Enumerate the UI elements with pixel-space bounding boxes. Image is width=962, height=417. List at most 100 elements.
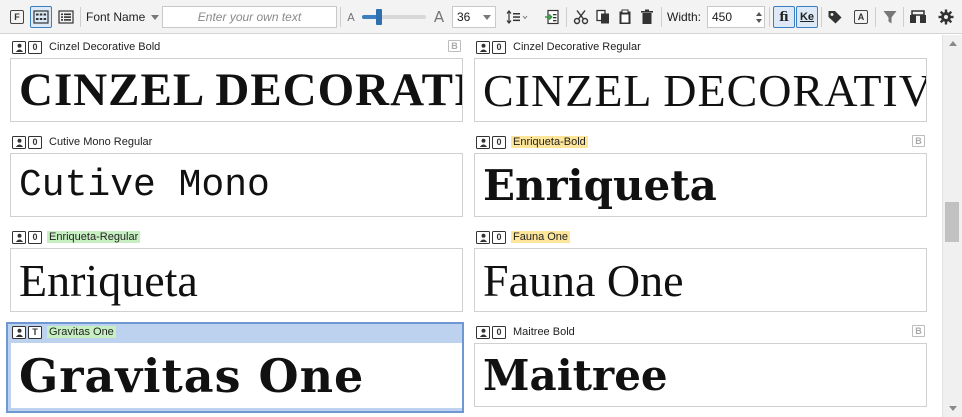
font-card[interactable]: 0 Fauna One Fauna One <box>474 225 927 312</box>
width-spinner[interactable]: 450 <box>707 6 765 28</box>
user-font-icon[interactable] <box>12 230 26 244</box>
font-card-selected[interactable]: T Gravitas One Gravitas One <box>6 322 464 413</box>
font-card[interactable]: 0 Cinzel Decorative Bold B CINZEL DECORA… <box>10 35 463 122</box>
font-file-icon: F <box>10 10 24 24</box>
user-font-icon[interactable] <box>476 135 490 149</box>
filter-icon <box>883 11 897 24</box>
user-font-icon[interactable] <box>476 325 490 339</box>
export-icon <box>545 9 559 25</box>
list-view-button[interactable] <box>55 6 77 28</box>
font-sample: Enriqueta <box>474 153 927 217</box>
font-name-dropdown[interactable]: Font Name <box>86 6 162 28</box>
font-sample: Gravitas One <box>11 343 462 408</box>
slider-thumb[interactable] <box>376 9 382 25</box>
font-grid: 0 Cinzel Decorative Bold B CINZEL DECORA… <box>0 35 942 417</box>
font-card-header: 0 Maitree Bold <box>476 324 577 340</box>
width-label: Width: <box>667 10 702 24</box>
font-type-icon[interactable]: T <box>28 325 42 339</box>
user-font-icon[interactable] <box>12 325 26 339</box>
line-spacing-button[interactable] <box>502 6 532 28</box>
font-name: Cinzel Decorative Bold <box>49 41 161 53</box>
font-type-icon[interactable]: 0 <box>492 40 506 54</box>
custom-text-input[interactable]: Enter your own text <box>162 6 337 28</box>
font-box-icon: A <box>854 10 868 24</box>
line-spacing-icon <box>506 10 528 24</box>
font-name: Gravitas One <box>47 326 116 338</box>
kerning-icon: Ke <box>799 11 815 23</box>
export-button[interactable] <box>541 6 563 28</box>
font-card[interactable]: 0 Maitree Bold B Maitree <box>474 320 927 407</box>
font-size-value: 36 <box>457 10 471 24</box>
font-name: Fauna One <box>511 231 571 243</box>
custom-text-placeholder: Enter your own text <box>197 10 302 24</box>
ligature-icon: fi <box>779 9 789 25</box>
font-card-header: 0 Enriqueta-Regular <box>12 229 141 245</box>
delete-icon <box>641 9 653 24</box>
spin-up-icon[interactable] <box>756 11 762 16</box>
spin-down-icon[interactable] <box>756 18 762 23</box>
width-value: 450 <box>712 10 733 24</box>
kerning-toggle[interactable]: Ke <box>796 6 818 28</box>
list-view-icon <box>58 10 74 24</box>
font-type-icon[interactable]: 0 <box>492 230 506 244</box>
copy-button[interactable] <box>592 6 614 28</box>
font-box-button[interactable]: A <box>850 6 872 28</box>
bold-badge: B <box>912 135 925 147</box>
font-type-icon[interactable]: 0 <box>492 135 506 149</box>
font-sample: CINZEL DECORATIVE <box>10 58 463 122</box>
chevron-down-icon <box>151 14 160 20</box>
filter-button[interactable] <box>879 6 901 28</box>
scroll-up-icon[interactable] <box>949 41 957 46</box>
font-card[interactable]: 0 Cutive Mono Regular Cutive Mono <box>10 130 463 217</box>
font-card-header: 0 Enriqueta-Bold <box>476 134 588 150</box>
font-name: Enriqueta-Regular <box>47 231 141 243</box>
font-name-label: Font Name <box>86 10 146 24</box>
font-type-icon[interactable]: 0 <box>492 325 506 339</box>
font-card[interactable]: 0 Enriqueta-Bold B Enriqueta <box>474 130 927 217</box>
font-sample: Fauna One <box>474 248 927 312</box>
scrollbar-thumb[interactable] <box>945 202 959 242</box>
font-card-header: 0 Fauna One <box>476 229 571 245</box>
delete-button[interactable] <box>636 6 658 28</box>
cut-icon <box>573 10 589 25</box>
compare-button[interactable] <box>907 6 929 28</box>
ligatures-toggle[interactable]: fi <box>773 6 795 28</box>
chevron-down-icon[interactable] <box>483 14 491 20</box>
copy-icon <box>596 9 609 24</box>
grid-view-icon <box>33 10 49 24</box>
user-font-icon[interactable] <box>476 230 490 244</box>
font-sample: Enriqueta <box>10 248 463 312</box>
vertical-scrollbar[interactable] <box>942 35 962 417</box>
paste-icon <box>619 9 631 24</box>
font-sample: Cutive Mono <box>10 153 463 217</box>
font-size-large-icon: A <box>433 8 445 26</box>
font-size-small-icon: A <box>347 10 355 24</box>
font-file-button[interactable]: F <box>6 6 28 28</box>
font-name: Enriqueta-Bold <box>511 136 588 148</box>
toolbar: F Font Name Enter your own text A A 36 W… <box>0 0 962 34</box>
compare-icon <box>910 10 926 23</box>
bold-badge: B <box>912 325 925 337</box>
tag-button[interactable] <box>824 6 846 28</box>
user-font-icon[interactable] <box>12 135 26 149</box>
font-name: Maitree Bold <box>513 326 575 338</box>
font-card[interactable]: 0 Cinzel Decorative Regular CINZEL DECOR… <box>474 35 927 122</box>
font-name: Cutive Mono Regular <box>49 136 153 148</box>
settings-button[interactable] <box>935 6 957 28</box>
font-name: Cinzel Decorative Regular <box>513 41 641 53</box>
font-size-combo[interactable]: 36 <box>452 6 496 28</box>
user-font-icon[interactable] <box>12 40 26 54</box>
cut-button[interactable] <box>570 6 592 28</box>
font-type-icon[interactable]: 0 <box>28 135 42 149</box>
grid-view-button[interactable] <box>30 6 52 28</box>
settings-icon <box>938 9 954 25</box>
font-type-icon[interactable]: 0 <box>28 230 42 244</box>
font-size-slider[interactable] <box>362 6 426 28</box>
bold-badge: B <box>448 40 461 52</box>
font-type-icon[interactable]: 0 <box>28 40 42 54</box>
scroll-down-icon[interactable] <box>949 406 957 411</box>
user-font-icon[interactable] <box>476 40 490 54</box>
font-card-header: 0 Cinzel Decorative Regular <box>476 39 643 55</box>
paste-button[interactable] <box>614 6 636 28</box>
font-card[interactable]: 0 Enriqueta-Regular Enriqueta <box>10 225 463 312</box>
